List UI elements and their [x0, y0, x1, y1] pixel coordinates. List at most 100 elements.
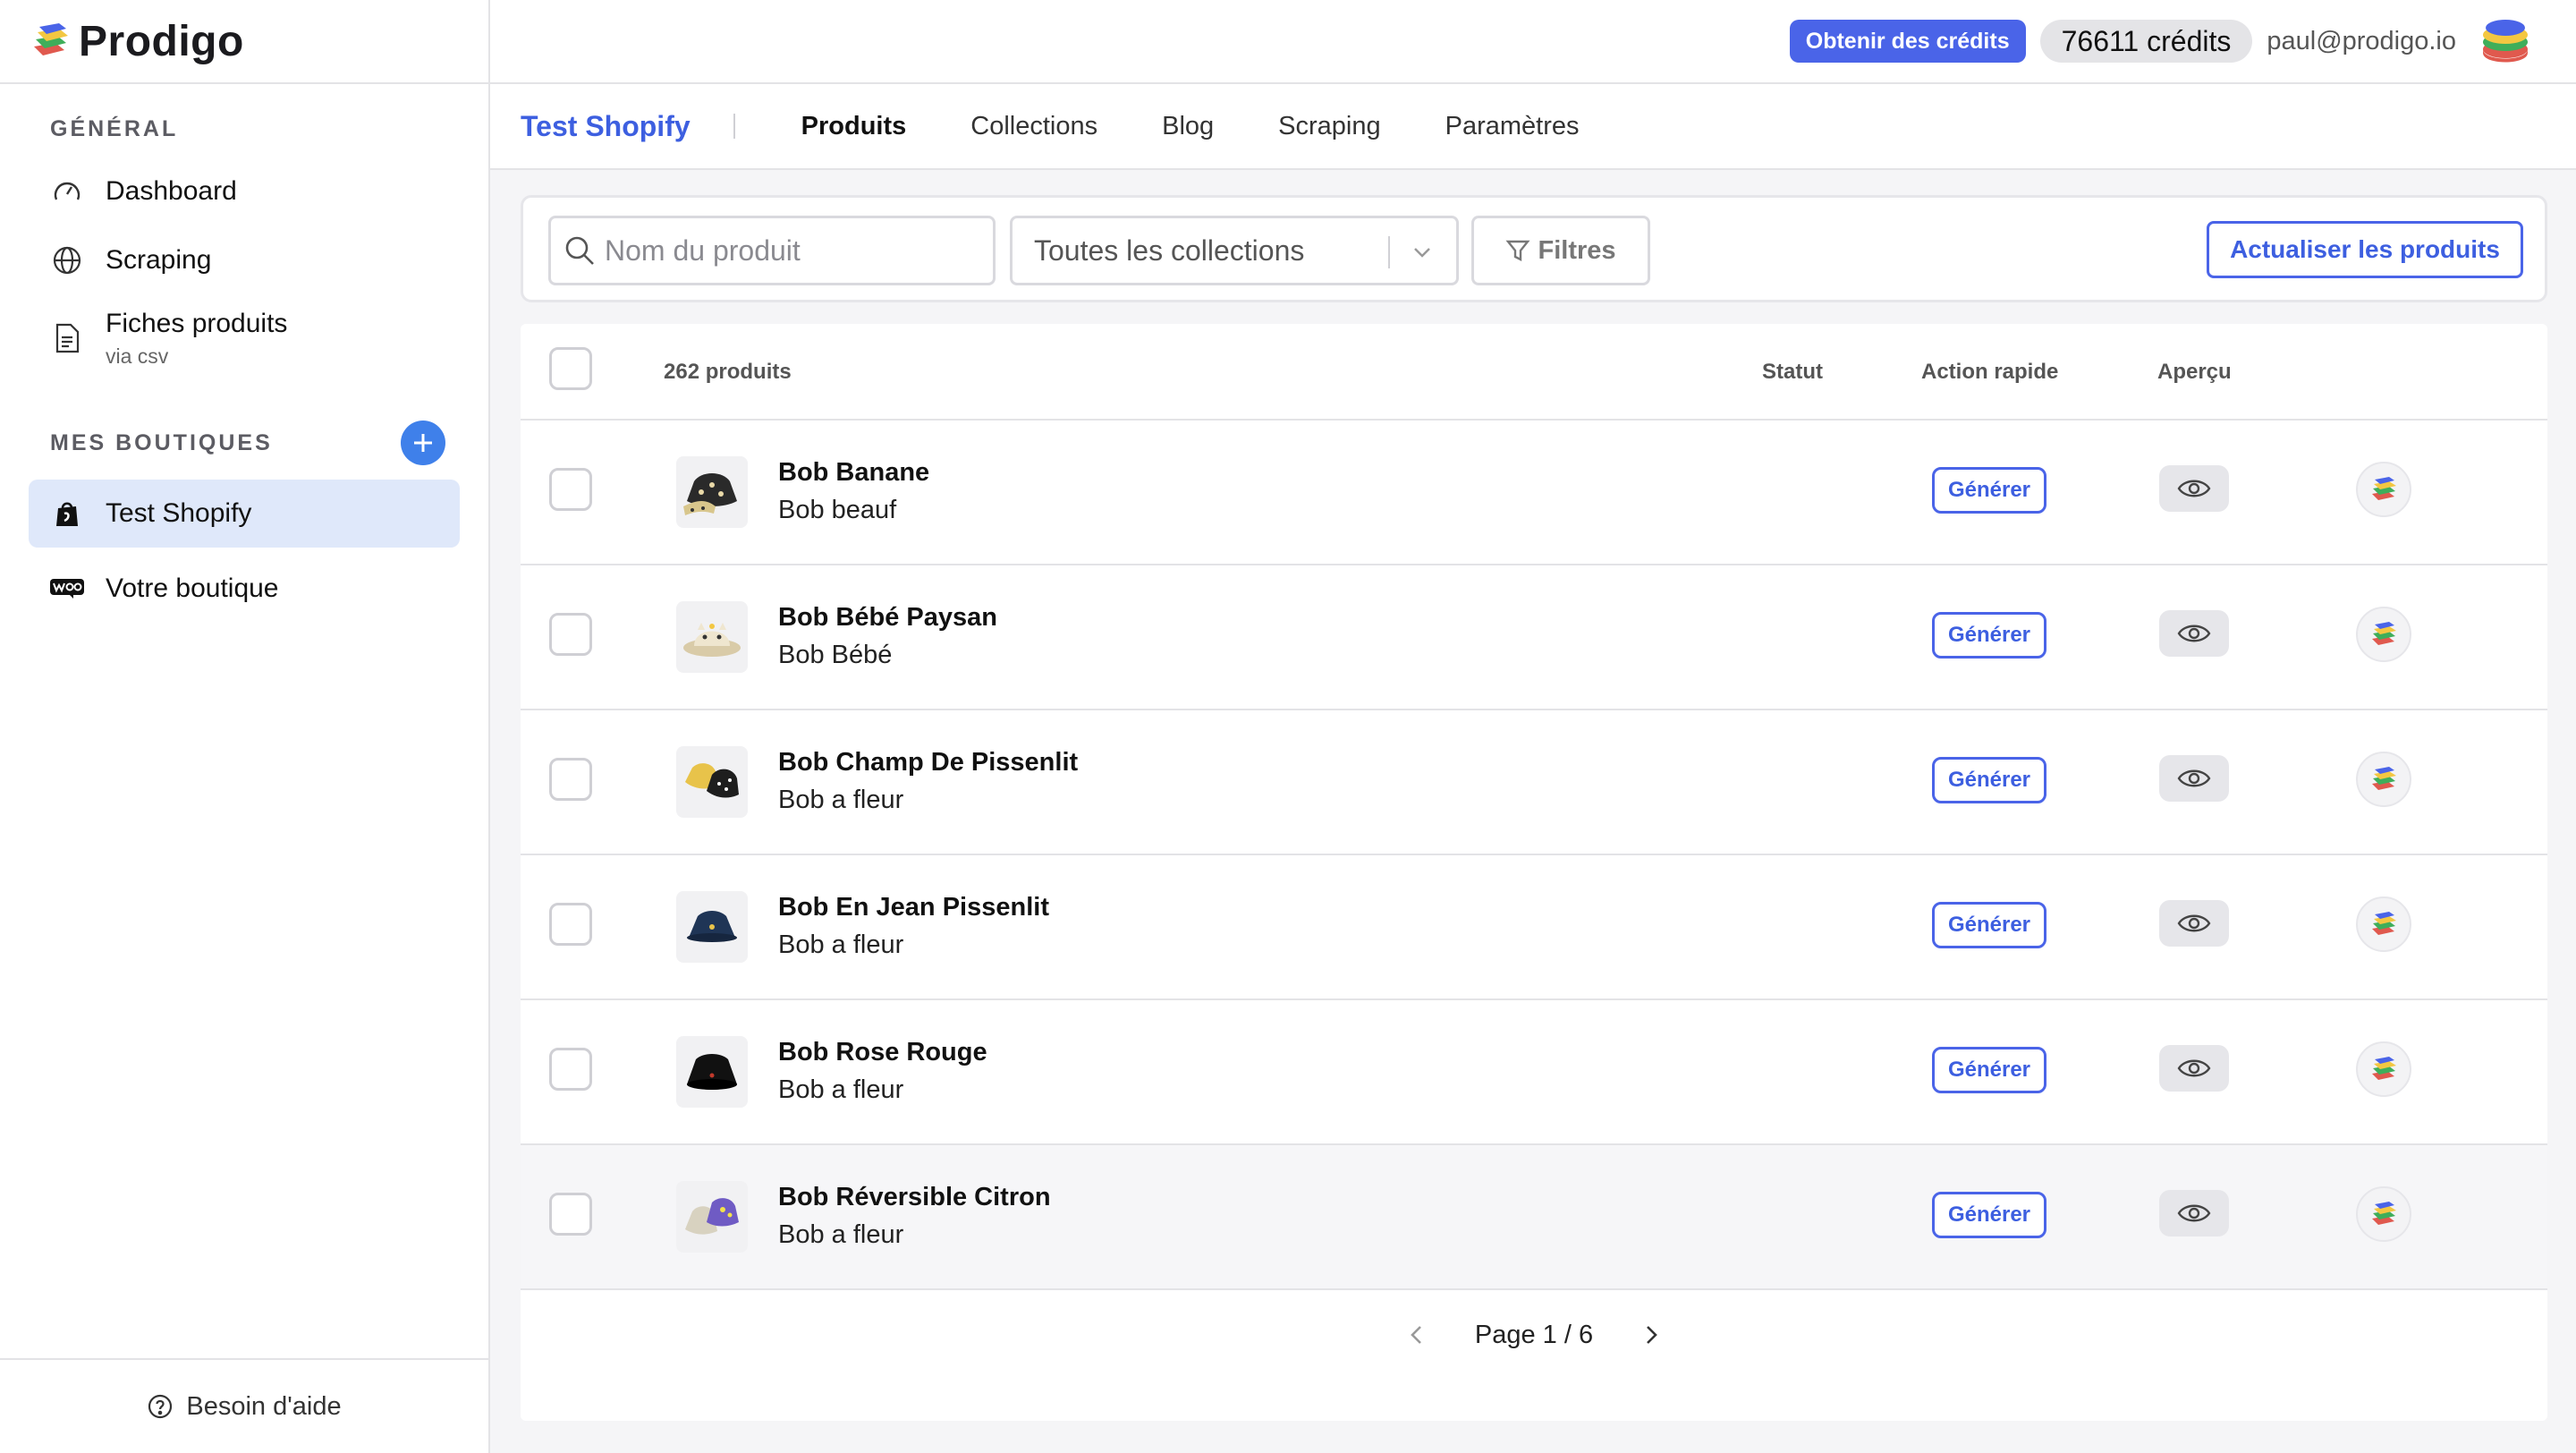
generate-button[interactable]: Générer: [1932, 1192, 2046, 1238]
product-thumbnail: [676, 601, 748, 673]
table-row[interactable]: Bob Réversible Citron Bob a fleur Génére…: [521, 1145, 2547, 1290]
product-category: Bob a fleur: [778, 930, 904, 959]
row-checkbox[interactable]: [549, 613, 592, 656]
sidebar-item-scraping[interactable]: Scraping: [29, 226, 460, 294]
table-header: 262 produits Statut Action rapide Aperçu: [521, 324, 2547, 421]
table-row[interactable]: Bob Champ De Pissenlit Bob a fleur Génér…: [521, 710, 2547, 855]
column-header-preview: Aperçu: [2157, 360, 2232, 384]
sidebar-item-label: Dashboard: [106, 176, 237, 206]
prodigo-action-button[interactable]: [2356, 1041, 2411, 1097]
search-icon: [564, 234, 596, 267]
chevron-left-icon: [1411, 1326, 1421, 1344]
generate-button[interactable]: Générer: [1932, 902, 2046, 948]
generate-button[interactable]: Générer: [1932, 612, 2046, 659]
tab-blog[interactable]: Blog: [1162, 112, 1214, 141]
preview-button[interactable]: [2159, 610, 2229, 657]
preview-button[interactable]: [2159, 465, 2229, 512]
product-thumbnail: [676, 1036, 748, 1108]
preview-button[interactable]: [2159, 1190, 2229, 1236]
row-checkbox[interactable]: [549, 468, 592, 511]
woo-icon: [50, 572, 84, 606]
generate-button[interactable]: Générer: [1932, 757, 2046, 803]
product-category: Bob a fleur: [778, 786, 904, 814]
sidebar-item-label: Votre boutique: [106, 574, 279, 603]
next-page-button[interactable]: [1640, 1323, 1663, 1347]
prodigo-logo-icon[interactable]: [29, 20, 72, 63]
table-row[interactable]: Bob Banane Bob beauf Générer: [521, 421, 2547, 565]
filter-toolbar: Toutes les collections Filtres Actualise…: [521, 195, 2547, 302]
search-input[interactable]: [605, 234, 980, 268]
tab-divider: [733, 114, 735, 139]
user-email: paul@prodigo.io: [2267, 26, 2456, 55]
sidebar-item-label: Fiches produits: [106, 308, 288, 338]
preview-button[interactable]: [2159, 900, 2229, 947]
store-title[interactable]: Test Shopify: [521, 110, 691, 143]
product-name: Bob Rose Rouge: [778, 1038, 987, 1066]
preview-button[interactable]: [2159, 1045, 2229, 1092]
sidebar-item-votre-boutique[interactable]: Votre boutique: [29, 555, 460, 623]
product-name: Bob Banane: [778, 458, 930, 487]
product-name: Bob Bébé Paysan: [778, 603, 997, 632]
tab-scraping[interactable]: Scraping: [1278, 112, 1380, 141]
product-name: Bob Réversible Citron: [778, 1183, 1051, 1211]
sidebar-item-label: Scraping: [106, 245, 212, 275]
tab-collections[interactable]: Collections: [970, 112, 1097, 141]
collection-select[interactable]: Toutes les collections: [1010, 216, 1459, 285]
prodigo-action-button[interactable]: [2356, 462, 2411, 517]
globe-icon: [50, 243, 84, 277]
sidebar-item-fiches-produits[interactable]: Fiches produits via csv: [29, 295, 460, 381]
help-circle-icon: [147, 1393, 174, 1420]
row-checkbox[interactable]: [549, 758, 592, 801]
topbar: Obtenir des crédits 76611 crédits paul@p…: [490, 0, 2576, 84]
generate-button[interactable]: Générer: [1932, 1047, 2046, 1093]
sidebar-item-sublabel: via csv: [106, 344, 169, 368]
table-row[interactable]: Bob Rose Rouge Bob a fleur Générer: [521, 1000, 2547, 1145]
chevron-down-icon: [1410, 240, 1435, 265]
generate-button[interactable]: Générer: [1932, 467, 2046, 514]
tab-parametres[interactable]: Paramètres: [1445, 112, 1580, 141]
product-category: Bob Bébé: [778, 641, 893, 669]
prodigo-action-button[interactable]: [2356, 607, 2411, 662]
table-row[interactable]: Bob En Jean Pissenlit Bob a fleur Génére…: [521, 855, 2547, 1000]
sidebar-item-label: Test Shopify: [106, 498, 252, 528]
store-tabs-bar: Test Shopify Produits Collections Blog S…: [490, 84, 2576, 170]
refresh-products-button[interactable]: Actualiser les produits: [2207, 221, 2523, 278]
prodigo-logo-icon: [2372, 912, 2396, 935]
eye-icon: [2177, 769, 2211, 787]
product-thumbnail: [676, 746, 748, 818]
get-credits-button[interactable]: Obtenir des crédits: [1789, 20, 2026, 63]
user-avatar-icon[interactable]: [2478, 13, 2533, 69]
table-row[interactable]: Bob Bébé Paysan Bob Bébé Générer: [521, 565, 2547, 710]
prodigo-logo-icon: [2372, 477, 2396, 500]
product-thumbnail: [676, 1181, 748, 1253]
brand-name[interactable]: Prodigo: [79, 17, 244, 66]
brand-header: Prodigo: [0, 0, 488, 84]
help-link[interactable]: Besoin d'aide: [0, 1358, 488, 1453]
sidebar-item-dashboard[interactable]: Dashboard: [29, 157, 460, 225]
prodigo-action-button[interactable]: [2356, 896, 2411, 952]
select-divider: [1388, 236, 1390, 268]
tab-produits[interactable]: Produits: [801, 112, 907, 141]
credits-balance: 76611 crédits: [2039, 20, 2253, 63]
row-checkbox[interactable]: [549, 1193, 592, 1236]
sidebar: Prodigo GÉNÉRAL Dashboard Scraping Fiche…: [0, 0, 490, 1453]
filters-button[interactable]: Filtres: [1471, 216, 1650, 285]
pagination: Page 1 / 6: [521, 1290, 2547, 1380]
product-category: Bob a fleur: [778, 1075, 904, 1104]
row-checkbox[interactable]: [549, 1048, 592, 1091]
prodigo-action-button[interactable]: [2356, 1186, 2411, 1242]
previous-page-button[interactable]: [1405, 1323, 1428, 1347]
eye-icon: [2177, 1059, 2211, 1077]
select-all-checkbox[interactable]: [549, 347, 592, 390]
sidebar-item-test-shopify[interactable]: Test Shopify: [29, 480, 460, 548]
search-field[interactable]: [548, 216, 996, 285]
add-store-button[interactable]: [401, 421, 445, 465]
plus-icon: [414, 434, 432, 452]
product-name: Bob Champ De Pissenlit: [778, 748, 1079, 777]
product-category: Bob beauf: [778, 496, 897, 524]
prodigo-logo-icon: [2372, 767, 2396, 790]
prodigo-action-button[interactable]: [2356, 752, 2411, 807]
preview-button[interactable]: [2159, 755, 2229, 802]
row-checkbox[interactable]: [549, 903, 592, 946]
collection-select-value: Toutes les collections: [1034, 234, 1305, 267]
